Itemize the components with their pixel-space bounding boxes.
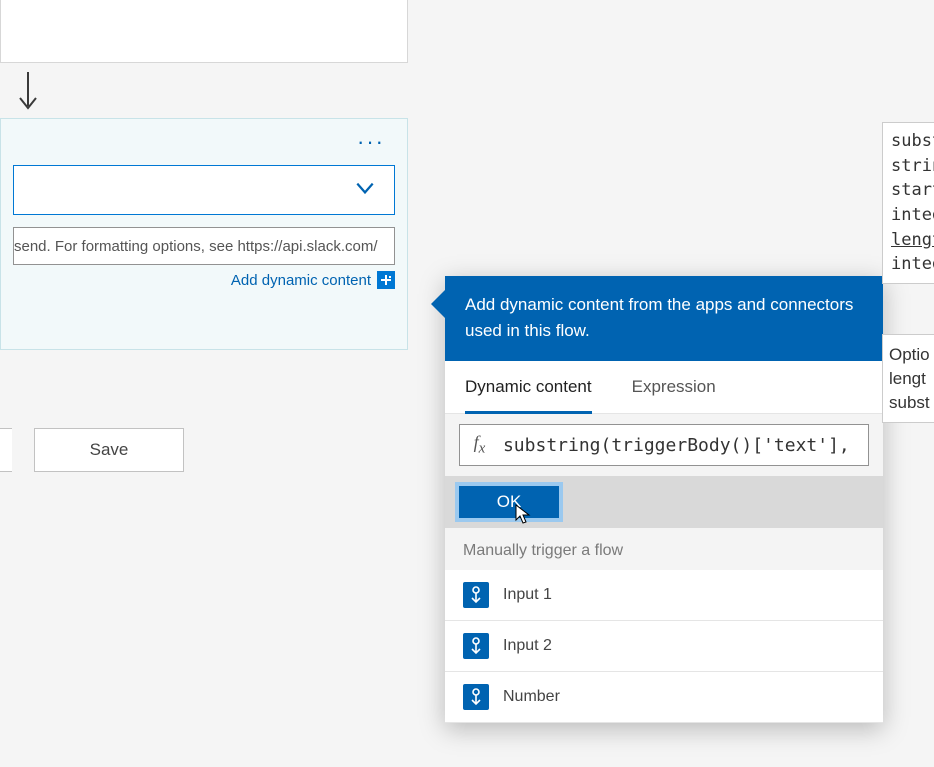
expression-text: substring(triggerBody()['text'], 0, 5) (503, 435, 858, 456)
save-button[interactable]: Save (34, 428, 184, 472)
tooltip-line: Optio (889, 343, 934, 367)
trigger-input-icon (463, 633, 489, 659)
plus-icon[interactable] (377, 271, 395, 289)
add-dynamic-content-link[interactable]: Add dynamic content (231, 272, 371, 289)
previous-action-card[interactable] (0, 0, 408, 63)
expression-input[interactable]: fx substring(triggerBody()['text'], 0, 5… (459, 424, 869, 466)
list-item-label: Number (503, 688, 560, 706)
list-item-label: Input 2 (503, 637, 552, 655)
list-item[interactable]: Input 1 (445, 570, 883, 621)
channel-dropdown[interactable] (13, 165, 395, 215)
tooltip-line: subst (891, 129, 934, 154)
fx-icon: fx (470, 432, 489, 458)
flow-arrow-icon (16, 70, 40, 114)
list-item[interactable]: Number (445, 672, 883, 723)
trigger-input-icon (463, 684, 489, 710)
ok-button[interactable]: OK (455, 482, 563, 522)
list-item[interactable]: Input 2 (445, 621, 883, 672)
dc-item-list: Input 1 Input 2 Number (445, 570, 883, 723)
tab-expression[interactable]: Expression (632, 377, 716, 413)
tooltip-line: lengt (891, 228, 934, 253)
message-input-placeholder: send. For formatting options, see https:… (14, 238, 378, 255)
description-tooltip: Optio lengt subst (882, 334, 934, 423)
signature-tooltip: subst strin start integ lengt integ (882, 122, 934, 284)
tooltip-line: integ (891, 203, 934, 228)
dc-section-title: Manually trigger a flow (445, 528, 883, 570)
tab-dynamic-content[interactable]: Dynamic content (465, 377, 592, 414)
tooltip-line: integ (891, 252, 934, 277)
partial-button-edge (0, 428, 12, 472)
action-card: ··· send. For formatting options, see ht… (0, 118, 408, 350)
dynamic-content-popup: Add dynamic content from the apps and co… (445, 276, 883, 723)
list-item-label: Input 1 (503, 586, 552, 604)
tooltip-line: strin (891, 154, 934, 179)
tooltip-line: lengt (889, 367, 934, 391)
popup-header: Add dynamic content from the apps and co… (445, 276, 883, 361)
popup-pointer-icon (431, 290, 445, 318)
tooltip-line: subst (889, 391, 934, 415)
trigger-input-icon (463, 582, 489, 608)
message-input[interactable]: send. For formatting options, see https:… (13, 227, 395, 265)
tooltip-line: start (891, 178, 934, 203)
mouse-cursor-icon (515, 504, 533, 531)
chevron-down-icon (354, 177, 376, 204)
